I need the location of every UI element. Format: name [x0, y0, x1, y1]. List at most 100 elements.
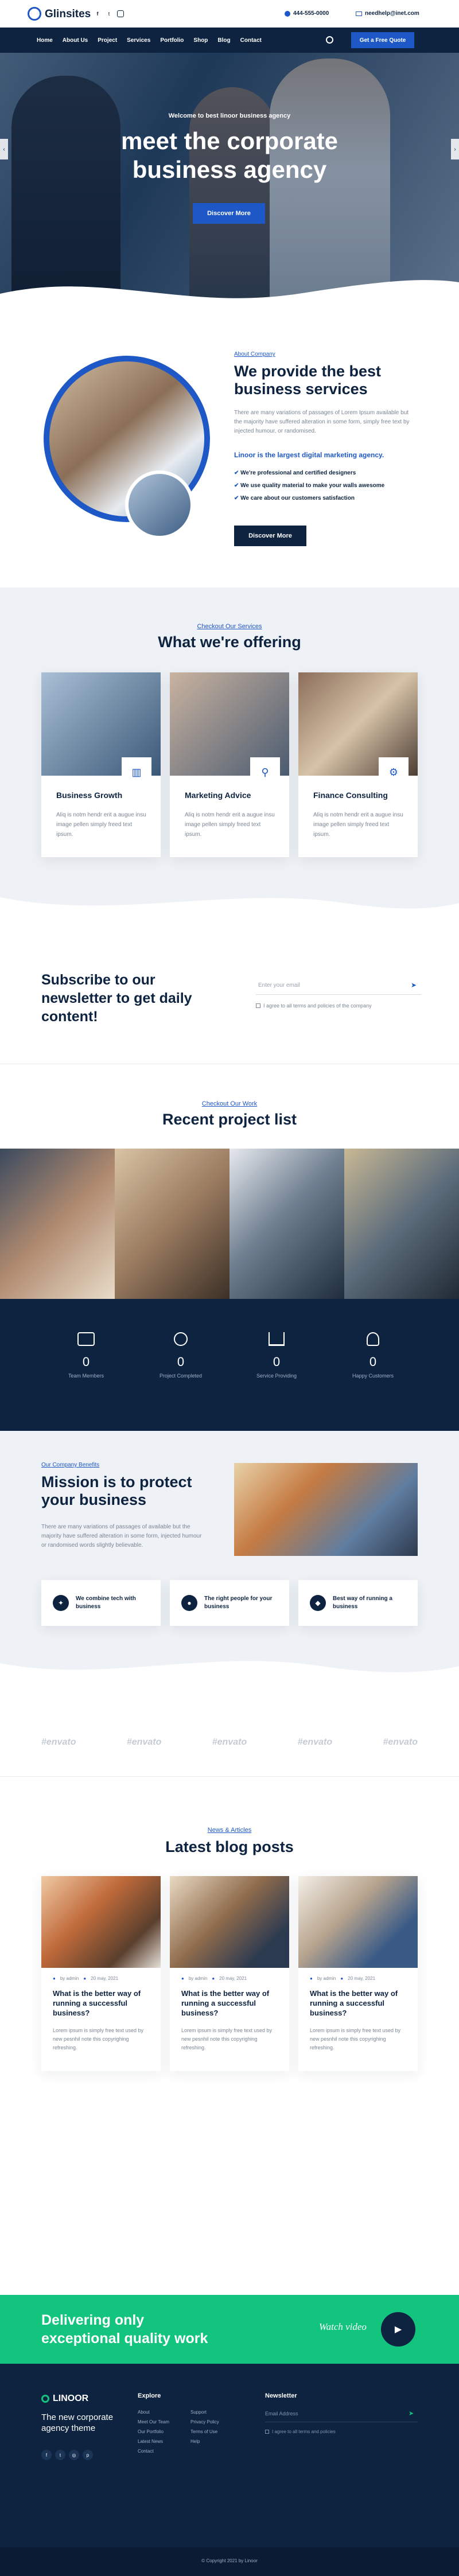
cta-title: Delivering only exceptional quality work: [41, 2312, 208, 2347]
calendar-icon: ●: [340, 1976, 344, 1981]
counter-team: 0 Team Members: [46, 1332, 126, 1379]
service-card-marketing[interactable]: ⚲ Marketing Advice Aliq is notm hendr er…: [170, 672, 289, 857]
project-image[interactable]: [0, 1149, 115, 1299]
blog-post-title[interactable]: What is the better way of running a succ…: [181, 1989, 279, 2018]
feature-label: Best way of running a business: [333, 1596, 392, 1610]
hero-discover-button[interactable]: Discover More: [193, 203, 265, 224]
clients-row: #envato #envato #envato #envato #envato: [41, 1737, 418, 1748]
blog-post-title[interactable]: What is the better way of running a succ…: [310, 1989, 407, 2018]
footer-link[interactable]: Contact: [138, 2446, 169, 2456]
footer-agree[interactable]: I agree to all terms and policies: [265, 2429, 336, 2434]
hero-wave: [0, 280, 459, 311]
facebook-icon[interactable]: f: [94, 10, 101, 17]
mission-text: There are many variations of passages of…: [41, 1524, 202, 1548]
mission-section: Our Company Benefits Mission is to prote…: [0, 1431, 459, 1683]
feature-label: We combine tech with business: [76, 1596, 136, 1610]
feature-card-people[interactable]: ● The right people for your business: [170, 1580, 289, 1626]
checkbox-icon[interactable]: [256, 1003, 260, 1008]
services-title: What we're offering: [158, 633, 301, 651]
search-icon[interactable]: [326, 36, 333, 44]
nav-item-contact[interactable]: Contact: [240, 37, 262, 44]
slider-next-arrow[interactable]: ›: [451, 139, 459, 159]
counter-value: 0: [273, 1355, 281, 1369]
logo-icon[interactable]: [28, 7, 41, 21]
send-icon[interactable]: ➤: [411, 981, 417, 989]
nav-links: Home About Us Project Services Portfolio…: [37, 28, 262, 53]
project-image[interactable]: [230, 1149, 344, 1299]
footer-link[interactable]: Terms of Use: [190, 2427, 219, 2437]
footer-logo[interactable]: LINOOR: [41, 2394, 88, 2404]
counter-customers: 0 Happy Customers: [333, 1332, 413, 1379]
pinterest-icon[interactable]: p: [83, 2450, 93, 2460]
blog-meta: ● by admin ● 20 may, 2021: [53, 1976, 119, 1981]
nav-item-about[interactable]: About Us: [63, 37, 88, 44]
blog-image: [41, 1876, 161, 1968]
nav-item-services[interactable]: Services: [127, 37, 150, 44]
newsletter-email-input[interactable]: Enter your email: [258, 982, 300, 989]
nav-item-portfolio[interactable]: Portfolio: [160, 37, 184, 44]
footer-email-input[interactable]: Email Address: [265, 2411, 298, 2417]
nav-item-shop[interactable]: Shop: [193, 37, 208, 44]
footer-link[interactable]: Our Portfolio: [138, 2427, 169, 2437]
service-card-finance[interactable]: ⚙ Finance Consulting Aliq is notm hendr …: [298, 672, 418, 857]
nav-item-project[interactable]: Project: [98, 37, 117, 44]
footer-link[interactable]: Privacy Policy: [190, 2417, 219, 2427]
slider-prev-arrow[interactable]: ‹: [0, 139, 8, 159]
about-discover-button[interactable]: Discover More: [234, 526, 306, 546]
nav-item-home[interactable]: Home: [37, 37, 53, 44]
facebook-icon[interactable]: f: [41, 2450, 52, 2460]
footer-link[interactable]: Help: [190, 2437, 219, 2446]
twitter-icon[interactable]: t: [55, 2450, 65, 2460]
explore-col2: Support Privacy Policy Terms of Use Help: [190, 2407, 219, 2446]
bullet-item: ✔ We're professional and certified desig…: [234, 470, 356, 476]
blog-card[interactable]: ● by admin ● 20 may, 2021 What is the bett…: [298, 1876, 418, 2071]
calendar-icon: ●: [212, 1976, 215, 1981]
send-icon[interactable]: ➤: [409, 2410, 414, 2417]
blog-post-title[interactable]: What is the better way of running a succ…: [53, 1989, 150, 2018]
free-quote-button[interactable]: Get a Free Quote: [351, 32, 414, 48]
footer-link[interactable]: Support: [190, 2407, 219, 2417]
logo-text[interactable]: Glinsites: [45, 8, 91, 21]
footer-link[interactable]: About: [138, 2407, 169, 2417]
phone-icon: [285, 10, 290, 17]
instagram-icon[interactable]: ◎: [69, 2450, 79, 2460]
newsletter-form: Enter your email ➤: [256, 978, 421, 995]
hero-section: Welcome to best linoor business agency m…: [0, 53, 459, 311]
hero-title-line2: business agency: [132, 156, 327, 183]
about-highlight: Linoor is the largest digital marketing …: [234, 451, 384, 459]
email-address: needhelp@inet.com: [365, 10, 419, 17]
watch-video-label[interactable]: Watch video: [319, 2321, 367, 2333]
feature-label: The right people for your business: [204, 1596, 273, 1610]
twitter-icon[interactable]: t: [106, 10, 112, 17]
about-bullets: ✔ We're professional and certified desig…: [234, 467, 384, 505]
feature-card-business[interactable]: ◆ Best way of running a business: [298, 1580, 418, 1626]
feature-card-tech[interactable]: ✦ We combine tech with business: [41, 1580, 161, 1626]
instagram-icon[interactable]: [117, 10, 124, 17]
service-title[interactable]: Finance Consulting: [313, 791, 388, 800]
explore-col1: About Meet Our Team Our Portfolio Latest…: [138, 2407, 169, 2456]
project-image[interactable]: [344, 1149, 459, 1299]
footer-link[interactable]: Meet Our Team: [138, 2417, 169, 2427]
counter-value: 0: [369, 1355, 377, 1369]
checkbox-icon[interactable]: [265, 2430, 269, 2434]
blog-card[interactable]: ● by admin ● 20 may, 2021 What is the bett…: [41, 1876, 161, 2071]
calendar-icon: ●: [83, 1976, 87, 1981]
blog-card[interactable]: ● by admin ● 20 may, 2021 What is the bett…: [170, 1876, 289, 2071]
project-image[interactable]: [115, 1149, 230, 1299]
footer-link[interactable]: Latest News: [138, 2437, 169, 2446]
service-card-growth[interactable]: ▥ Business Growth Aliq is notm hendr eri…: [41, 672, 161, 857]
footer-bottom-bar: © Copyright 2021 by Linoor: [0, 2547, 459, 2576]
mission-title: Mission is to protect your business: [41, 1473, 192, 1508]
finance-icon: ⚙: [379, 757, 409, 787]
social-links: f t: [94, 10, 124, 17]
nav-item-blog[interactable]: Blog: [217, 37, 230, 44]
hero-title-line1: meet the corporate: [120, 127, 339, 154]
service-title[interactable]: Business Growth: [56, 791, 122, 800]
email-contact[interactable]: needhelp@inet.com: [356, 10, 419, 17]
service-icon: [269, 1332, 285, 1346]
phone-contact[interactable]: 444-555-0000: [285, 10, 329, 17]
play-button-icon[interactable]: ▶: [381, 2312, 415, 2347]
newsletter-agree[interactable]: I agree to all terms and policies of the…: [256, 1003, 372, 1009]
service-title[interactable]: Marketing Advice: [185, 791, 251, 800]
footer-logo-icon: [41, 2395, 49, 2403]
